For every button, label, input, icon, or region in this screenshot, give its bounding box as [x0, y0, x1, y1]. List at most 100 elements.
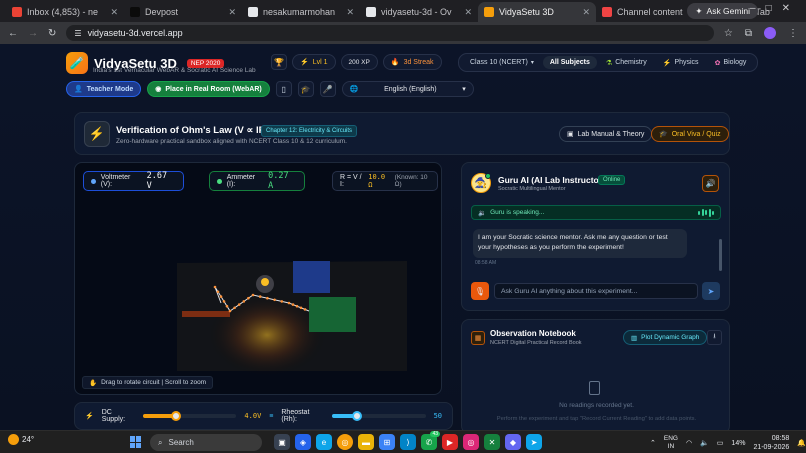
ask-gemini-button[interactable]: ✦ Ask Gemini [687, 3, 758, 19]
search-icon: ⌕ [158, 437, 163, 447]
url-field[interactable]: ☰ vidyasetu-3d.vercel.app [66, 25, 714, 41]
book-icon[interactable]: ▯ [275, 81, 292, 97]
experiment-header-card: ⚡ Verification of Ohm's Law (V ∝ IR) Cha… [74, 112, 730, 155]
app-root: 🧪 VidyaSetu 3D NEP 2020 India's 1st Vern… [0, 44, 806, 430]
subject-all[interactable]: All Subjects [542, 56, 597, 69]
sparkle-icon: ✦ [695, 5, 703, 16]
notebook-icon: ▦ [471, 331, 485, 345]
mic-icon[interactable]: 🎤 [319, 81, 336, 97]
trophy-icon[interactable]: 🏆 [271, 54, 287, 70]
close-icon[interactable]: ✕ [346, 7, 354, 18]
browser-tab[interactable]: VidyaSetu 3D ✕ [478, 2, 596, 22]
speaker-icon[interactable]: 🔊 [702, 175, 719, 192]
weather-widget[interactable]: 24° [8, 434, 34, 445]
window-controls[interactable]: –□✕ [750, 3, 800, 14]
dc-supply-value: 4.0V [244, 412, 262, 420]
electron-dot [251, 293, 255, 297]
task-view-icon[interactable]: ▣ [274, 434, 290, 450]
gmail-icon [12, 7, 22, 17]
vscode-icon[interactable]: ⟩ [400, 434, 416, 450]
xbox-icon[interactable]: ✕ [484, 434, 500, 450]
experiment-title: Verification of Ohm's Law (V ∝ IR) [116, 125, 269, 136]
resistor-wire[interactable] [182, 311, 230, 317]
file-explorer-icon[interactable]: ▬ [358, 434, 374, 450]
subject-biology[interactable]: ✿ Biology [708, 56, 754, 70]
youtube-icon[interactable]: ▶ [442, 434, 458, 450]
graduation-cap-icon[interactable]: 🎓 [297, 81, 314, 97]
menu-icon[interactable]: ⋮ [788, 28, 798, 39]
user-icon: 👤 [74, 86, 83, 93]
circuit-simulation-canvas[interactable]: Voltmeter (V): 2.67 V Ammeter (I): 0.27 A … [74, 162, 442, 395]
back-icon[interactable]: ← [8, 28, 18, 39]
close-icon[interactable]: ✕ [464, 7, 472, 18]
no-readings-text: No readings recorded yet. [559, 402, 634, 409]
browser-tab[interactable]: Devpost ✕ [124, 2, 242, 22]
electron-dot [303, 308, 307, 311]
browser-tab[interactable]: Inbox (4,853) - ne ✕ [6, 2, 124, 22]
rheostat-knob[interactable] [352, 411, 363, 421]
lab-manual-button[interactable]: ▣ Lab Manual & Theory [559, 126, 653, 142]
site-info-icon[interactable]: ☰ [74, 29, 81, 38]
dc-supply-slider[interactable] [142, 411, 237, 421]
tab-label: Channel content [617, 7, 683, 17]
download-icon[interactable]: ⭳ [707, 330, 722, 345]
photos-icon[interactable]: ◆ [505, 434, 521, 450]
battery-icon[interactable]: ▭ [717, 439, 724, 447]
battery-block[interactable] [293, 261, 330, 293]
chat-scrollbar[interactable] [719, 239, 722, 271]
tab-label: VidyaSetu 3D [499, 7, 554, 17]
no-readings-hint: Perform the experiment and tap "Record C… [496, 416, 697, 422]
browser-tab[interactable]: vidyasetu-3d - Ov ✕ [360, 2, 478, 22]
chevron-up-icon[interactable]: ⌃ [650, 439, 656, 447]
clock[interactable]: 08:58 21-09-2026 [753, 434, 789, 452]
electron-dot [219, 295, 223, 298]
widgets-icon[interactable]: ◈ [295, 434, 311, 450]
volume-icon[interactable]: 🔈 [700, 439, 709, 447]
store-icon[interactable]: ⊞ [379, 434, 395, 450]
close-icon[interactable]: ✕ [228, 7, 236, 18]
plot-graph-button[interactable]: ▥ Plot Dynamic Graph [623, 330, 708, 345]
windows-start-icon[interactable] [130, 436, 142, 448]
instagram-icon[interactable]: ◎ [463, 434, 479, 450]
circuit-3d-scene[interactable] [75, 163, 442, 395]
rheostat-slider[interactable] [331, 411, 426, 421]
github-icon [248, 7, 258, 17]
language-select[interactable]: 🌐 English (English) ▾ [341, 81, 474, 97]
whatsapp-icon[interactable]: ✆ 43 [421, 431, 440, 450]
browser-tab[interactable]: nesakumarmohan ✕ [242, 2, 360, 22]
mic-icon: 🎙 [474, 286, 486, 296]
webar-button[interactable]: ◉ Place in Real Room (WebAR) [147, 81, 270, 97]
forward-icon[interactable]: → [28, 28, 38, 39]
telegram-icon[interactable]: ➤ [526, 434, 542, 450]
streak-badge: 🔥 3d Streak [382, 54, 442, 70]
voltmeter-readout: Voltmeter (V): 2.67 V [83, 171, 184, 191]
teacher-mode-button[interactable]: 👤 Teacher Mode [66, 81, 142, 97]
rheostat-block[interactable] [309, 297, 356, 332]
electron-dot [225, 304, 229, 308]
class-select[interactable]: Class 10 (NCERT) ▾ [463, 56, 541, 69]
notifications-icon[interactable]: 🔔 [797, 439, 806, 447]
mic-button[interactable]: 🎙 [471, 282, 489, 300]
extensions-icon[interactable]: ⧉ [745, 28, 752, 39]
close-icon[interactable]: ✕ [110, 7, 118, 18]
chat-message: I am your Socratic science mentor. Ask m… [473, 229, 687, 258]
subject-chemistry[interactable]: ⚗ Chemistry [599, 56, 654, 70]
oral-viva-button[interactable]: 🎓 Oral Viva / Quiz [651, 126, 729, 142]
chat-input[interactable]: Ask Guru AI anything about this experime… [494, 283, 698, 299]
wifi-icon[interactable]: ◠ [686, 439, 692, 447]
subject-physics[interactable]: ⚡ Physics [656, 56, 706, 70]
dc-supply-label: DC Supply: [101, 409, 126, 423]
bookmark-star-icon[interactable]: ☆ [724, 28, 733, 39]
profile-avatar[interactable] [764, 27, 776, 39]
taskbar-search[interactable]: ⌕ Search [150, 434, 262, 451]
chrome-icon[interactable]: ◎ [337, 434, 353, 450]
reload-icon[interactable]: ↻ [48, 28, 56, 39]
dc-supply-knob[interactable] [170, 411, 181, 421]
input-language[interactable]: ENG IN [664, 435, 678, 451]
send-button[interactable]: ➤ [702, 282, 720, 300]
flame-icon: 🔥 [390, 59, 400, 66]
close-icon[interactable]: ✕ [582, 7, 590, 18]
circuit-controls: ⚡ DC Supply: 4.0V ≡ Rheostat (Rh): 50 [74, 402, 453, 430]
edge-icon[interactable]: e [316, 434, 332, 450]
globe-icon: 🌐 [349, 86, 359, 93]
